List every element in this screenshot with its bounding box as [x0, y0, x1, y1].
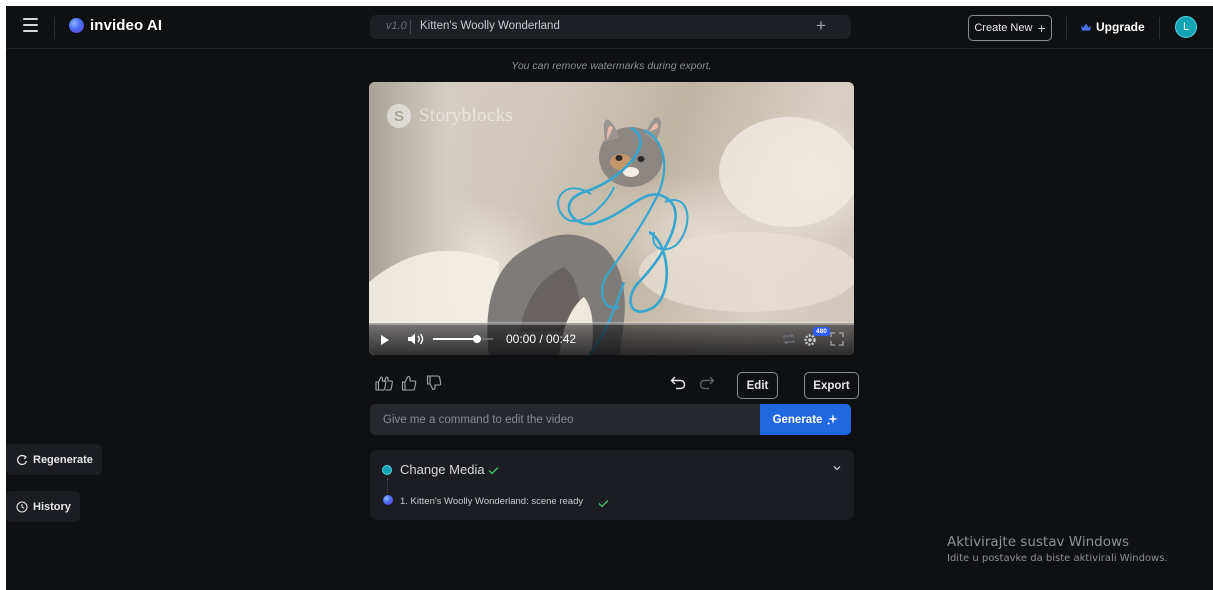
invideo-logo-icon [383, 495, 393, 505]
divider [1159, 17, 1160, 39]
export-button[interactable]: Export [804, 372, 859, 399]
volume-icon[interactable] [407, 332, 425, 346]
watermark-notice: You can remove watermarks during export. [511, 60, 712, 72]
project-title[interactable]: Kitten's Woolly Wonderland [420, 20, 560, 32]
upgrade-button[interactable]: Upgrade [1081, 20, 1145, 34]
timecode: 00:00 / 00:42 [506, 332, 577, 346]
divider [54, 17, 55, 39]
scene-step-text: 1. Kitten's Woolly Wonderland: scene rea… [400, 496, 584, 507]
invideo-logo-icon[interactable] [69, 18, 84, 33]
redo-icon[interactable] [699, 375, 715, 390]
divider [1066, 17, 1067, 39]
change-media-title: Change Media [400, 462, 485, 477]
change-media-card[interactable]: Change Media 1. Kitten's Woolly Wonderla… [370, 450, 854, 520]
create-new-button[interactable]: Create New + [968, 15, 1052, 41]
generate-label: Generate [772, 413, 823, 426]
playback-progress-bar[interactable] [369, 322, 854, 325]
history-label: History [33, 500, 71, 513]
double-thumbs-up-icon[interactable] [375, 375, 395, 391]
divider [410, 20, 411, 34]
status-dot [382, 465, 392, 475]
generate-button[interactable]: Generate [760, 404, 851, 435]
fullscreen-icon[interactable] [830, 332, 844, 346]
brand-name[interactable]: invideo AI [90, 17, 162, 34]
windows-activation-subtitle: Idite u postavke da biste aktivirali Win… [947, 553, 1168, 564]
regenerate-button[interactable]: Regenerate [6, 444, 102, 475]
volume-slider[interactable] [433, 335, 493, 343]
edit-button[interactable]: Edit [737, 372, 778, 399]
project-title-bar[interactable]: v1.0 Kitten's Woolly Wonderland + [370, 15, 851, 39]
version-label: v1.0 [386, 20, 407, 32]
check-icon [598, 500, 609, 508]
play-icon[interactable] [381, 335, 389, 345]
plus-icon: + [1037, 19, 1046, 36]
chevron-down-icon[interactable] [831, 462, 843, 474]
plus-icon[interactable]: + [816, 16, 826, 36]
crown-icon [1081, 23, 1091, 31]
video-player[interactable]: S Storyblocks 00:00 / 00:42 480 [369, 82, 854, 355]
upgrade-label: Upgrade [1096, 20, 1145, 34]
regenerate-label: Regenerate [33, 453, 93, 466]
thumbs-up-icon[interactable] [401, 375, 418, 391]
avatar[interactable]: L [1175, 16, 1197, 38]
volume-slider-fill [433, 338, 475, 340]
storyblocks-logo-icon: S [387, 104, 411, 128]
history-button[interactable]: History [6, 491, 80, 522]
app-window: invideo AI v1.0 Kitten's Woolly Wonderla… [6, 6, 1213, 590]
regenerate-icon [17, 454, 28, 465]
storyblocks-watermark: S Storyblocks [387, 104, 513, 128]
volume-slider-handle[interactable] [473, 335, 481, 343]
command-input[interactable] [370, 404, 760, 435]
command-bar: Generate [370, 404, 851, 435]
menu-icon[interactable] [23, 18, 38, 33]
top-bar: invideo AI v1.0 Kitten's Woolly Wonderla… [6, 6, 1213, 49]
timeline-connector [387, 478, 388, 494]
windows-activation-title: Aktivirajte sustav Windows [947, 534, 1130, 550]
check-icon [488, 467, 499, 475]
create-new-label: Create New [974, 22, 1033, 34]
loop-icon[interactable] [782, 332, 796, 346]
video-action-row: Edit Export [369, 368, 859, 399]
watermark-text: Storyblocks [419, 105, 514, 126]
sparkle-icon [827, 414, 839, 425]
quality-badge: 480 [813, 327, 830, 336]
undo-icon[interactable] [670, 375, 686, 390]
clock-icon [16, 500, 28, 513]
player-controls: 00:00 / 00:42 480 [369, 322, 854, 355]
thumbs-down-icon[interactable] [426, 375, 443, 391]
